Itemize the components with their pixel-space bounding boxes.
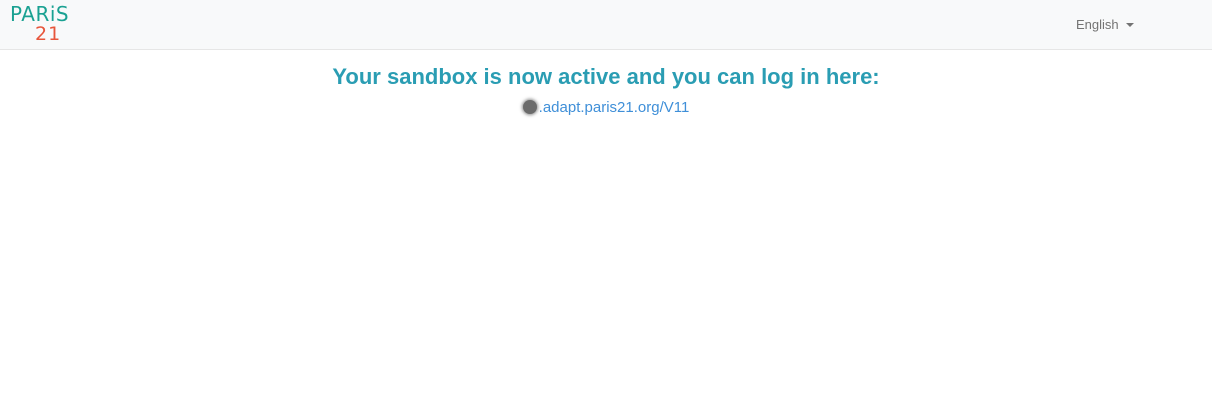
sandbox-login-link[interactable]: .adapt.paris21.org/V11 <box>539 99 690 116</box>
caret-down-icon <box>1125 23 1134 27</box>
page-title: Your sandbox is now active and you can l… <box>332 64 880 89</box>
language-dropdown[interactable]: English <box>1076 17 1134 32</box>
redacted-blur-icon <box>522 100 537 114</box>
logo-text-bottom: 21 <box>35 23 62 45</box>
logo-text-top: PARiS <box>10 2 70 26</box>
language-label: English <box>1076 17 1119 32</box>
paris21-logo[interactable]: PARiS 21 <box>10 4 72 44</box>
top-navbar: PARiS 21 English <box>0 0 1212 50</box>
sandbox-link-row: .adapt.paris21.org/V11 <box>0 98 1212 118</box>
